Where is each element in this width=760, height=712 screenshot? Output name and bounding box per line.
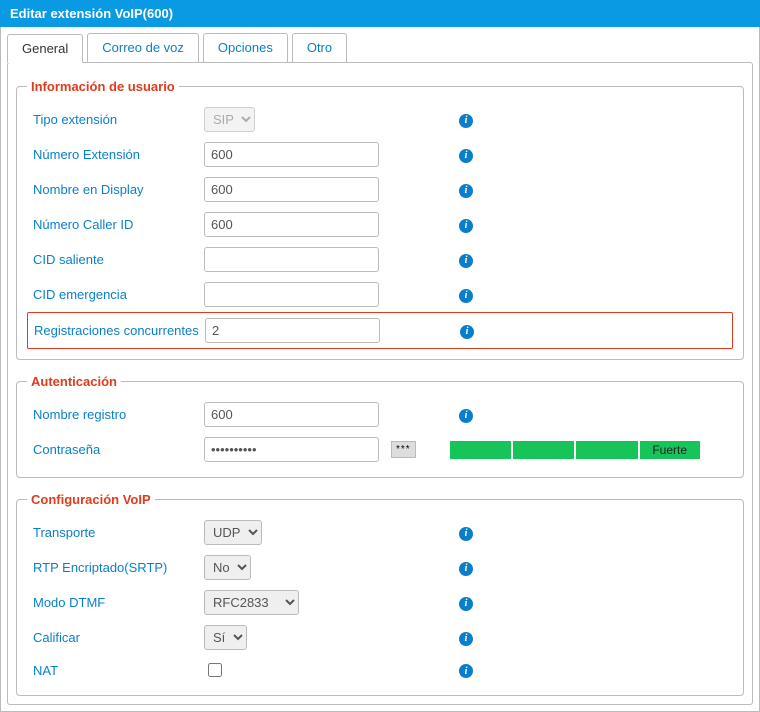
password-input[interactable]	[204, 437, 379, 462]
row-outbound-cid: CID saliente i	[27, 242, 733, 277]
row-caller-id: Número Caller ID i	[27, 207, 733, 242]
strength-segment	[450, 441, 511, 459]
row-ext-number: Número Extensión i	[27, 137, 733, 172]
password-strength: Fuerte	[450, 441, 700, 459]
ext-type-label: Tipo extensión	[29, 112, 204, 127]
section-auth-legend: Autenticación	[27, 374, 121, 389]
section-auth: Autenticación Nombre registro i Contrase…	[16, 374, 744, 478]
info-icon[interactable]: i	[459, 409, 473, 423]
ext-type-select: SIP	[204, 107, 255, 132]
info-icon[interactable]: i	[459, 527, 473, 541]
row-nat: NAT i	[27, 655, 733, 685]
srtp-label: RTP Encriptado(SRTP)	[29, 560, 204, 575]
nat-checkbox[interactable]	[208, 663, 222, 677]
info-icon[interactable]: i	[459, 114, 473, 128]
srtp-select[interactable]: No	[204, 555, 251, 580]
row-display-name: Nombre en Display i	[27, 172, 733, 207]
display-name-input[interactable]	[204, 177, 379, 202]
register-name-input[interactable]	[204, 402, 379, 427]
row-transport: Transporte UDP i	[27, 515, 733, 550]
register-name-label: Nombre registro	[29, 407, 204, 422]
caller-id-input[interactable]	[204, 212, 379, 237]
ext-number-label: Número Extensión	[29, 147, 204, 162]
dtmf-select[interactable]: RFC2833	[204, 590, 299, 615]
ext-number-input[interactable]	[204, 142, 379, 167]
tab-general[interactable]: General	[7, 34, 83, 63]
row-dtmf: Modo DTMF RFC2833 i	[27, 585, 733, 620]
info-icon[interactable]: i	[459, 219, 473, 233]
info-icon[interactable]: i	[459, 664, 473, 678]
container: General Correo de voz Opciones Otro Info…	[0, 27, 760, 712]
strength-segment	[576, 441, 637, 459]
strength-label: Fuerte	[640, 441, 700, 459]
tab-other[interactable]: Otro	[292, 33, 347, 62]
emergency-cid-label: CID emergencia	[29, 287, 204, 302]
window-title: Editar extensión VoIP(600)	[0, 0, 760, 27]
section-voip-legend: Configuración VoIP	[27, 492, 155, 507]
info-icon[interactable]: i	[459, 184, 473, 198]
section-user-info-legend: Información de usuario	[27, 79, 179, 94]
row-ext-type: Tipo extensión SIP i	[27, 102, 733, 137]
transport-select[interactable]: UDP	[204, 520, 262, 545]
row-register-name: Nombre registro i	[27, 397, 733, 432]
strength-segment	[513, 441, 574, 459]
row-password: Contraseña *** Fuerte	[27, 432, 733, 467]
row-srtp: RTP Encriptado(SRTP) No i	[27, 550, 733, 585]
tab-panel-general: Información de usuario Tipo extensión SI…	[7, 62, 753, 705]
password-label: Contraseña	[29, 442, 204, 457]
outbound-cid-input[interactable]	[204, 247, 379, 272]
info-icon[interactable]: i	[459, 149, 473, 163]
display-name-label: Nombre en Display	[29, 182, 204, 197]
info-icon[interactable]: i	[459, 254, 473, 268]
concurrent-reg-input[interactable]	[205, 318, 380, 343]
row-qualify: Calificar Sí i	[27, 620, 733, 655]
nat-label: NAT	[29, 663, 204, 678]
emergency-cid-input[interactable]	[204, 282, 379, 307]
transport-label: Transporte	[29, 525, 204, 540]
section-voip: Configuración VoIP Transporte UDP i RTP …	[16, 492, 744, 696]
tab-voicemail[interactable]: Correo de voz	[87, 33, 199, 62]
dtmf-label: Modo DTMF	[29, 595, 204, 610]
row-concurrent-reg: Registraciones concurrentes i	[27, 312, 733, 349]
info-icon[interactable]: i	[459, 597, 473, 611]
info-icon[interactable]: i	[459, 289, 473, 303]
info-icon[interactable]: i	[459, 562, 473, 576]
caller-id-label: Número Caller ID	[29, 217, 204, 232]
row-emergency-cid: CID emergencia i	[27, 277, 733, 312]
qualify-select[interactable]: Sí	[204, 625, 247, 650]
concurrent-reg-label: Registraciones concurrentes	[30, 323, 205, 338]
tab-options[interactable]: Opciones	[203, 33, 288, 62]
tab-bar: General Correo de voz Opciones Otro	[7, 33, 753, 62]
outbound-cid-label: CID saliente	[29, 252, 204, 267]
section-user-info: Información de usuario Tipo extensión SI…	[16, 79, 744, 360]
info-icon[interactable]: i	[460, 325, 474, 339]
reveal-password-button[interactable]: ***	[391, 441, 416, 458]
info-icon[interactable]: i	[459, 632, 473, 646]
